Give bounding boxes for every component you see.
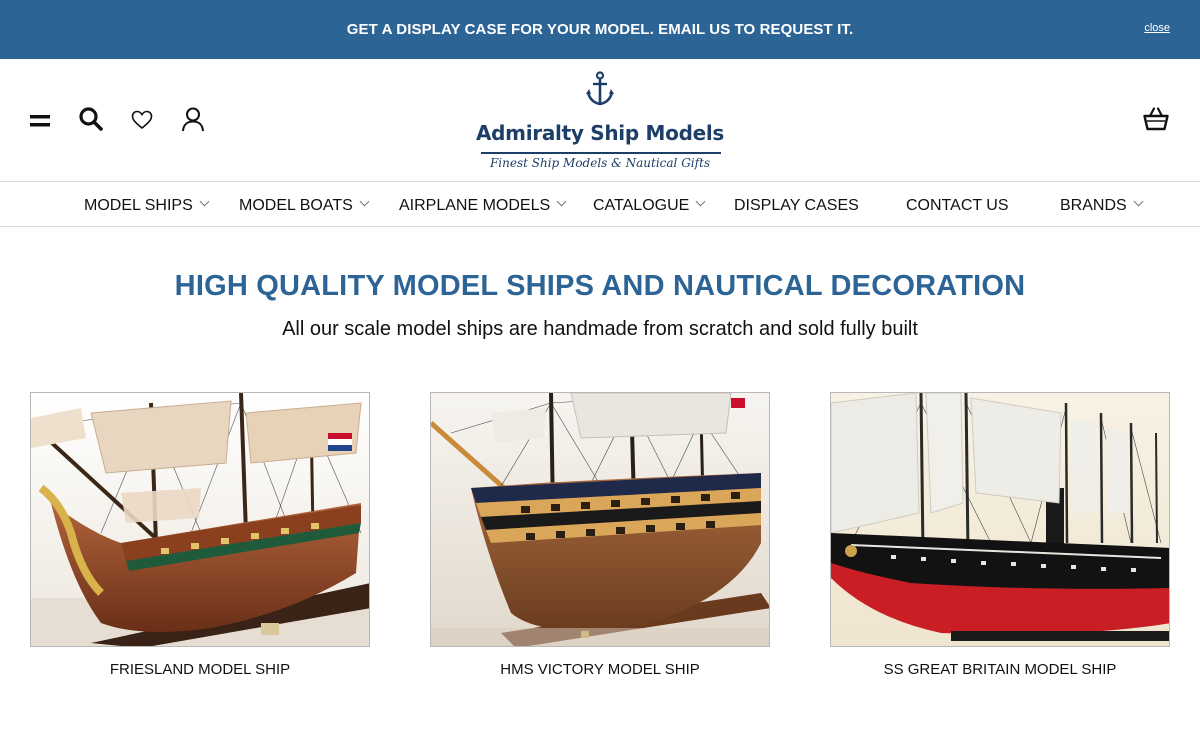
- nav-item-airplane-models[interactable]: AIRPLANE MODELS: [399, 182, 567, 227]
- chevron-down-icon: [695, 196, 706, 207]
- logo-name: Admiralty Ship Models: [475, 121, 725, 145]
- chevron-down-icon: [556, 196, 567, 207]
- product-image[interactable]: [430, 392, 770, 647]
- nav-item-model-ships[interactable]: MODEL SHIPS: [84, 182, 210, 227]
- nav-item-catalogue[interactable]: CATALOGUE: [593, 182, 706, 227]
- chevron-down-icon: [199, 196, 210, 207]
- product-card-ss-great-britain[interactable]: SS GREAT BRITAIN MODEL SHIP: [830, 392, 1170, 692]
- user-icon[interactable]: [179, 105, 207, 133]
- basket-icon[interactable]: [1142, 104, 1170, 132]
- nav-label: MODEL SHIPS: [84, 197, 193, 214]
- nav-label: BRANDS: [1060, 197, 1127, 214]
- logo-tagline: Finest Ship Models & Nautical Gifts: [489, 156, 711, 170]
- hero-subtitle: All our scale model ships are handmade f…: [282, 318, 918, 340]
- nav-label: CATALOGUE: [593, 197, 690, 214]
- nav-item-display-cases[interactable]: DISPLAY CASES: [734, 182, 859, 227]
- product-card-hms-victory[interactable]: HMS VICTORY MODEL SHIP: [430, 392, 770, 692]
- chevron-down-icon: [1133, 196, 1144, 207]
- product-image[interactable]: [30, 392, 370, 647]
- product-image[interactable]: [830, 392, 1170, 647]
- main-nav: MODEL SHIPS MODEL BOATS AIRPLANE MODELS …: [0, 182, 1200, 227]
- menu-icon[interactable]: [26, 107, 54, 135]
- announcement-text: GET A DISPLAY CASE FOR YOUR MODEL. EMAIL…: [346, 21, 854, 38]
- nav-item-contact-us[interactable]: CONTACT US: [906, 182, 1009, 227]
- site-logo[interactable]: Admiralty Ship Models Finest Ship Models…: [470, 71, 730, 170]
- logo-divider: [481, 152, 721, 154]
- announcement-bar: GET A DISPLAY CASE FOR YOUR MODEL. EMAIL…: [0, 0, 1200, 59]
- announcement-close-link[interactable]: close: [1144, 22, 1170, 34]
- site-header: Admiralty Ship Models Finest Ship Models…: [0, 59, 1200, 182]
- anchor-icon: [586, 71, 614, 106]
- nav-label: AIRPLANE MODELS: [399, 197, 551, 214]
- chevron-down-icon: [359, 196, 370, 207]
- nav-label: DISPLAY CASES: [734, 197, 859, 214]
- hero-title: HIGH QUALITY MODEL SHIPS AND NAUTICAL DE…: [174, 270, 1026, 302]
- product-title[interactable]: SS GREAT BRITAIN MODEL SHIP: [830, 661, 1170, 678]
- nav-item-brands[interactable]: BRANDS: [1060, 182, 1144, 227]
- product-title[interactable]: HMS VICTORY MODEL SHIP: [430, 661, 770, 678]
- search-icon[interactable]: [77, 105, 105, 133]
- product-title[interactable]: FRIESLAND MODEL SHIP: [30, 661, 370, 678]
- nav-item-model-boats[interactable]: MODEL BOATS: [239, 182, 370, 227]
- product-card-friesland[interactable]: FRIESLAND MODEL SHIP: [30, 392, 370, 692]
- heart-icon[interactable]: [128, 106, 156, 134]
- nav-label: MODEL BOATS: [239, 197, 353, 214]
- nav-label: CONTACT US: [906, 197, 1009, 214]
